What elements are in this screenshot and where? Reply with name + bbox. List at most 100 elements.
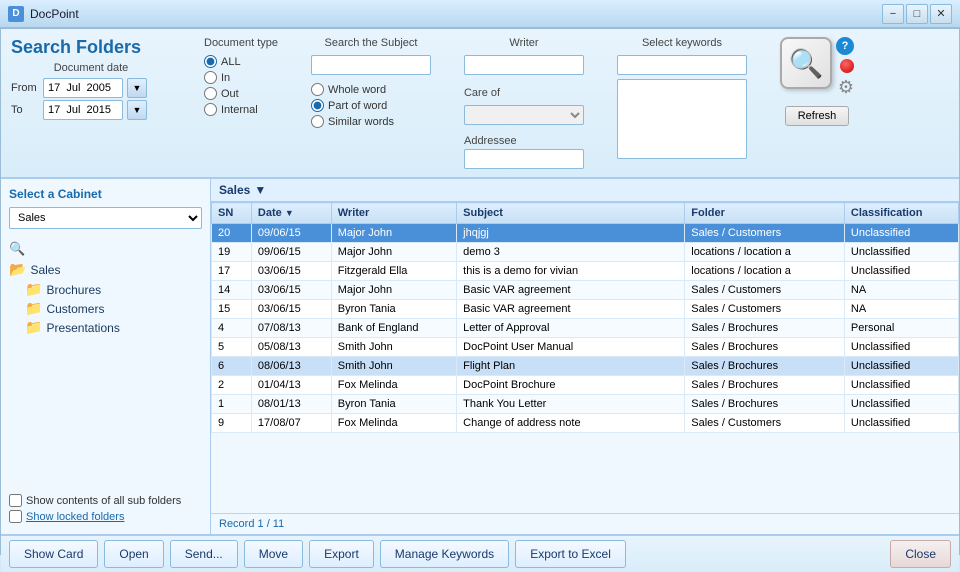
from-date-input[interactable] [43,78,123,98]
subject-input[interactable] [311,55,431,75]
col-header-date[interactable]: Date ▼ [251,203,331,224]
writer-input[interactable] [464,55,584,75]
doc-type-all[interactable]: ALL [204,55,278,68]
col-header-classification[interactable]: Classification [844,203,958,224]
tree-folder-brochures[interactable]: 📁 Brochures [9,280,202,299]
tree-root-label: Sales [30,263,60,277]
to-date-input[interactable] [43,100,123,120]
cell-folder: Sales / Brochures [685,376,845,395]
table-row[interactable]: 108/01/13Byron TaniaThank You LetterSale… [212,395,959,414]
col-header-folder[interactable]: Folder [685,203,845,224]
table-row[interactable]: 2009/06/15Major JohnjhqjgjSales / Custom… [212,224,959,243]
tree-root-sales[interactable]: 📂 Sales [9,259,202,280]
maximize-button[interactable]: □ [906,4,928,24]
similar-words-option[interactable]: Similar words [311,115,431,128]
table-row[interactable]: 407/08/13Bank of EnglandLetter of Approv… [212,319,959,338]
doc-type-all-radio[interactable] [204,55,217,68]
cell-subject: Thank You Letter [457,395,685,414]
move-button[interactable]: Move [244,540,303,568]
date-label: Document date [11,62,171,74]
folder-brochures-label: Brochures [46,283,101,297]
record-count: Record 1 / 11 [211,513,959,534]
cancel-search-icon[interactable] [840,59,854,73]
show-locked-checkbox[interactable]: Show locked folders [9,510,202,523]
table-body: 2009/06/15Major JohnjhqjgjSales / Custom… [212,224,959,433]
addressee-input[interactable] [464,149,584,169]
manage-keywords-button[interactable]: Manage Keywords [380,540,509,568]
cell-date: 17/08/07 [251,414,331,433]
to-date-picker-button[interactable]: ▼ [127,100,147,120]
cell-subject: Letter of Approval [457,319,685,338]
cell-classification: Unclassified [844,224,958,243]
col-header-sn[interactable]: SN [212,203,252,224]
search-button[interactable]: 🔍 [780,37,832,89]
send-button[interactable]: Send... [170,540,238,568]
export-excel-button[interactable]: Export to Excel [515,540,626,568]
search-icon: 🔍 [9,241,25,257]
table-row[interactable]: 1503/06/15Byron TaniaBasic VAR agreement… [212,300,959,319]
doc-type-internal-radio[interactable] [204,103,217,116]
doc-type-in[interactable]: In [204,71,278,84]
cell-subject: Change of address note [457,414,685,433]
doc-type-internal[interactable]: Internal [204,103,278,116]
show-subfolders-checkbox[interactable]: Show contents of all sub folders [9,494,202,507]
table-row[interactable]: 1403/06/15Major JohnBasic VAR agreementS… [212,281,959,300]
col-header-writer[interactable]: Writer [331,203,456,224]
cell-subject: Basic VAR agreement [457,300,685,319]
tree-folder-presentations[interactable]: 📁 Presentations [9,318,202,337]
col-header-subject[interactable]: Subject [457,203,685,224]
part-of-word-radio[interactable] [311,99,324,112]
writer-label: Writer [464,37,584,49]
table-row[interactable]: 201/04/13Fox MelindaDocPoint BrochureSal… [212,376,959,395]
minimize-button[interactable]: − [882,4,904,24]
table-row[interactable]: 505/08/13Smith JohnDocPoint User ManualS… [212,338,959,357]
refresh-button[interactable]: Refresh [785,106,850,126]
cell-classification: Unclassified [844,357,958,376]
search-magnifier-icon: 🔍 [789,47,824,80]
cell-folder: Sales / Customers [685,224,845,243]
show-subfolders-input[interactable] [9,494,22,507]
cell-writer: Smith John [331,357,456,376]
table-row[interactable]: 917/08/07Fox MelindaChange of address no… [212,414,959,433]
care-of-dropdown[interactable] [464,105,584,125]
show-locked-input[interactable] [9,510,22,523]
cell-date: 03/06/15 [251,262,331,281]
table-scroll[interactable]: SN Date ▼ Writer Subject Folder Classifi… [211,202,959,513]
doc-type-out-radio[interactable] [204,87,217,100]
table-row[interactable]: 608/06/13Smith JohnFlight PlanSales / Br… [212,357,959,376]
export-button[interactable]: Export [309,540,374,568]
part-of-word-option[interactable]: Part of word [311,99,431,112]
table-dropdown-arrow[interactable]: ▼ [254,183,266,197]
open-button[interactable]: Open [104,540,163,568]
close-button[interactable]: Close [890,540,951,568]
from-date-picker-button[interactable]: ▼ [127,78,147,98]
cell-folder: Sales / Customers [685,300,845,319]
cell-sn: 17 [212,262,252,281]
whole-word-radio[interactable] [311,83,324,96]
cell-date: 07/08/13 [251,319,331,338]
cell-folder: locations / location a [685,262,845,281]
cell-date: 08/06/13 [251,357,331,376]
doc-type-out[interactable]: Out [204,87,278,100]
keywords-dropdown[interactable] [617,55,747,75]
cell-sn: 14 [212,281,252,300]
cell-classification: Unclassified [844,414,958,433]
cell-folder: locations / location a [685,243,845,262]
doc-type-in-radio[interactable] [204,71,217,84]
table-row[interactable]: 1909/06/15Major Johndemo 3locations / lo… [212,243,959,262]
left-panel: Select a Cabinet Sales 🔍 📂 Sales 📁 Broch… [1,179,211,534]
open-folder-icon: 📂 [9,261,26,278]
doc-type-section: Document type ALL In Out Internal [204,37,278,116]
addressee-label: Addressee [464,135,584,147]
cabinet-dropdown[interactable]: Sales [9,207,202,229]
similar-words-radio[interactable] [311,115,324,128]
show-card-button[interactable]: Show Card [9,540,98,568]
cell-writer: Major John [331,281,456,300]
whole-word-option[interactable]: Whole word [311,83,431,96]
help-icon[interactable]: ? [836,37,854,55]
settings-icon[interactable]: ⚙ [838,77,854,98]
table-row[interactable]: 1703/06/15Fitzgerald Ellathis is a demo … [212,262,959,281]
cell-subject: jhqjgj [457,224,685,243]
tree-folder-customers[interactable]: 📁 Customers [9,299,202,318]
window-close-button[interactable]: ✕ [930,4,952,24]
